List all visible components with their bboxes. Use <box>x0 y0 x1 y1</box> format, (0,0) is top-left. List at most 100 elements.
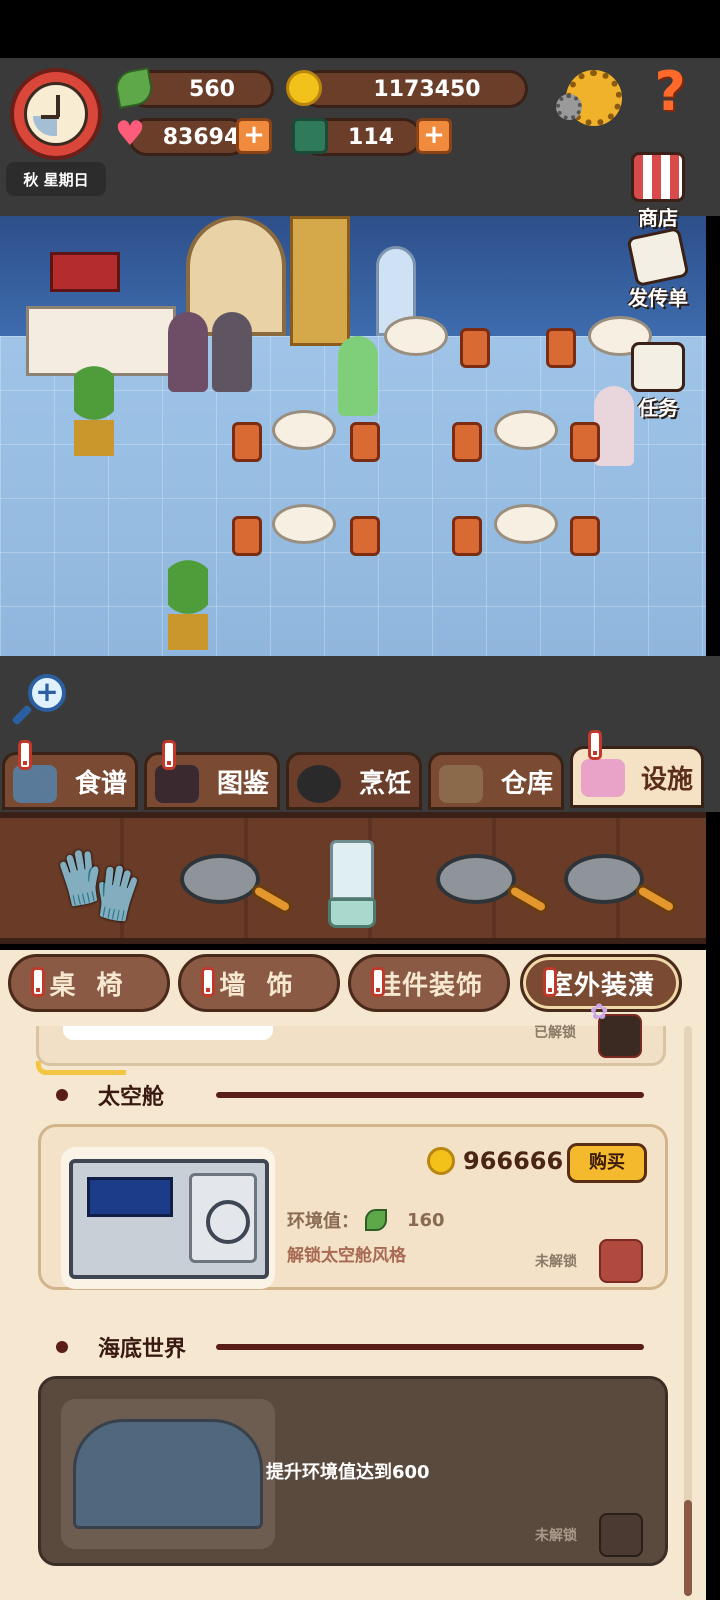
tasks-button[interactable]: 任务 <box>616 342 700 421</box>
space-capsule-card[interactable]: 966666 购买 环境值： 160 解锁太空舱风格 未解锁 <box>38 1124 668 1290</box>
coin-icon <box>286 70 322 106</box>
locked-status: 未解锁 <box>535 1254 577 1270</box>
status-bar <box>0 0 720 58</box>
buy-button[interactable]: 购买 <box>567 1143 647 1183</box>
tab-catalog-label: 图鉴 <box>216 768 269 799</box>
avatar <box>599 1239 643 1283</box>
subtab-label: 桌 椅 <box>49 970 129 1001</box>
leaf-value: 560 <box>189 76 235 102</box>
waiter-character <box>338 336 378 416</box>
section-title-text: 太空舱 <box>98 1085 165 1110</box>
alert-icon <box>18 740 32 770</box>
add-hearts-button[interactable]: + <box>236 118 272 154</box>
dining-table <box>272 504 336 544</box>
add-books-button[interactable]: + <box>416 118 452 154</box>
catalog-icon <box>155 765 199 803</box>
alert-icon <box>588 730 602 760</box>
dining-chair <box>546 328 576 368</box>
undersea-world-image <box>61 1399 275 1549</box>
restaurant-scene[interactable] <box>0 216 706 656</box>
section-title-text: 海底世界 <box>98 1337 187 1362</box>
magnifier-icon: + <box>28 674 66 712</box>
flyer-label: 发传单 <box>628 286 688 310</box>
small-gear-icon <box>556 94 582 120</box>
zoom-bar: + <box>0 656 720 746</box>
zoom-handle <box>11 704 33 726</box>
environment-value: 160 <box>407 1209 445 1231</box>
subtab-wall-decor[interactable]: 墙 饰 <box>178 954 340 1012</box>
price-value: 966666 <box>463 1147 564 1175</box>
selection-highlight <box>36 1061 126 1075</box>
subtab-hanging-decor[interactable]: 挂件装饰 <box>348 954 510 1012</box>
avatar <box>599 1513 643 1557</box>
help-button[interactable]: ? <box>640 62 700 122</box>
subtab-label: 室外装潢 <box>546 970 655 1001</box>
book-icon <box>292 118 328 154</box>
dining-table <box>494 504 558 544</box>
bullet-icon <box>56 1089 68 1101</box>
blender-icon[interactable] <box>300 840 410 930</box>
alert-icon <box>543 967 557 997</box>
red-banner <box>50 252 120 292</box>
tab-storage-label: 仓库 <box>500 768 553 799</box>
dining-chair <box>232 422 262 462</box>
potted-plant <box>74 366 114 456</box>
dining-chair <box>452 516 482 556</box>
scrollbar-thumb[interactable] <box>684 1500 692 1596</box>
zoom-in-button[interactable]: + <box>11 674 66 726</box>
leaf-icon <box>365 1209 387 1231</box>
customer-character <box>168 312 208 392</box>
locked-status: 未解锁 <box>535 1528 577 1544</box>
season-day-label: 秋 星期日 <box>6 162 106 196</box>
coin-icon <box>427 1147 455 1175</box>
subtab-tables-chairs[interactable]: 桌 椅 <box>8 954 170 1012</box>
dining-table <box>272 410 336 450</box>
dining-chair <box>452 422 482 462</box>
bullet-icon <box>56 1341 68 1353</box>
gloves-icon[interactable]: 🧤 <box>44 840 154 930</box>
section-title-space-capsule: 太空舱 <box>56 1078 164 1112</box>
tab-storage[interactable]: 仓库 <box>428 752 564 810</box>
tab-recipes-label: 食谱 <box>74 768 127 799</box>
item-description: 解锁太空舱风格 <box>287 1246 406 1266</box>
item-image <box>63 1026 273 1040</box>
customer-character <box>212 312 252 392</box>
flower-icon: ✿ <box>590 1000 609 1025</box>
shop-button[interactable]: 商店 <box>616 152 700 231</box>
clipboard-icon <box>631 342 685 392</box>
dining-chair <box>460 328 490 368</box>
frying-pan-icon[interactable] <box>180 840 295 930</box>
dining-chair <box>570 422 600 462</box>
environment-value-row: 环境值： 160 <box>287 1207 445 1233</box>
price: 966666 <box>427 1147 563 1175</box>
tool-shelf: 🧤 <box>0 812 706 944</box>
heart-value: 83694 <box>162 124 240 150</box>
heart-icon: ♥ <box>114 114 146 154</box>
tab-facilities-label: 设施 <box>640 764 693 795</box>
recipe-book-icon <box>13 765 57 803</box>
frying-pan-icon[interactable] <box>564 840 679 930</box>
tab-cooking[interactable]: 烹饪 <box>286 752 422 810</box>
space-capsule-image <box>61 1147 275 1289</box>
flyer-icon <box>626 226 690 288</box>
flyer-button[interactable]: 发传单 <box>616 226 700 311</box>
chair-icon <box>581 759 625 797</box>
dining-chair <box>350 422 380 462</box>
shelf-icon <box>439 765 483 803</box>
alert-icon <box>162 740 176 770</box>
clock-icon[interactable] <box>10 68 102 160</box>
environment-label: 环境值： <box>287 1211 359 1232</box>
dining-table <box>384 316 448 356</box>
main-tab-bar: 食谱 图鉴 烹饪 仓库 设施 <box>0 730 720 812</box>
top-hud: 秋 星期日 560 1173450 83694 ♥ + 114 + ? <box>0 58 720 216</box>
potted-plant <box>168 560 208 650</box>
dining-chair <box>570 516 600 556</box>
lock-message-text: 提升环境值达到600 <box>266 1462 430 1483</box>
alert-icon <box>31 967 45 997</box>
section-title-undersea-world: 海底世界 <box>56 1330 186 1364</box>
cooking-pot-icon <box>297 765 341 803</box>
shop-label: 商店 <box>638 206 678 230</box>
frying-pan-icon[interactable] <box>436 840 551 930</box>
alert-icon <box>201 967 215 997</box>
subtab-label: 墙 饰 <box>219 970 299 1001</box>
